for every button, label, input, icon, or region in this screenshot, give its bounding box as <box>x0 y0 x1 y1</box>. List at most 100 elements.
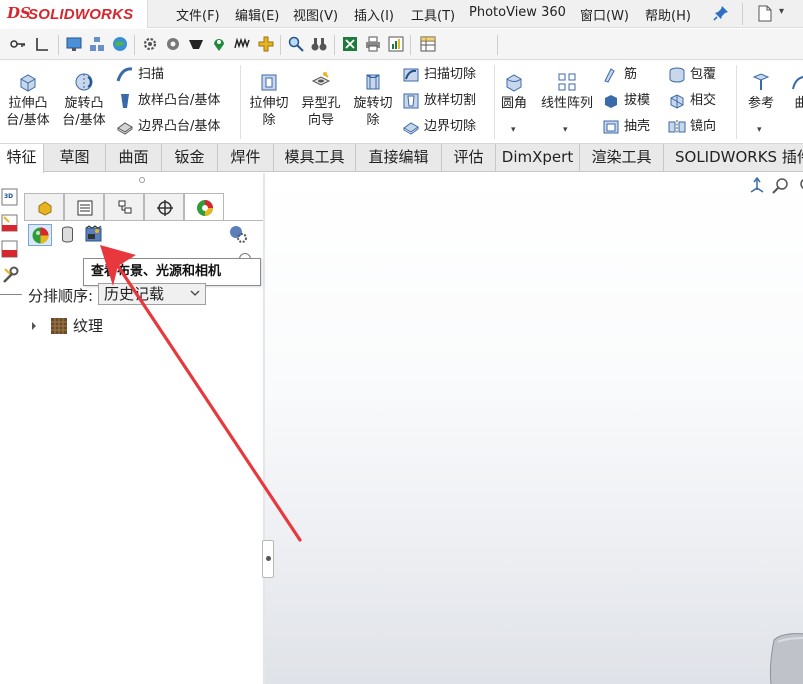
tab-dimxpert[interactable]: DimXpert <box>496 144 580 172</box>
tab-display-manager[interactable] <box>184 193 224 221</box>
cog-icon[interactable] <box>165 36 181 52</box>
tab-configuration-manager[interactable] <box>104 193 144 221</box>
plus-gold-icon[interactable] <box>258 36 274 52</box>
new-document-icon[interactable] <box>758 5 772 22</box>
menu-separator <box>742 3 743 25</box>
chevron-down-icon[interactable]: ▾ <box>779 6 784 17</box>
zoom-to-area-icon[interactable] <box>772 177 790 195</box>
hole-wizard-button[interactable]: 异型孔 向导 <box>296 61 346 129</box>
intersect-button[interactable]: 相交 <box>668 91 716 111</box>
chevron-down-icon[interactable] <box>190 289 200 297</box>
toolbar-separator <box>134 35 135 55</box>
menu-insert[interactable]: 插入(I) <box>354 5 394 24</box>
zoom-icon[interactable] <box>796 177 803 195</box>
globe-icon[interactable] <box>112 36 128 52</box>
shell-button[interactable]: 抽壳 <box>602 117 650 137</box>
bowl-icon[interactable] <box>188 36 204 52</box>
tab-mold-tools[interactable]: 模具工具 <box>274 144 356 172</box>
panel-collapse-handle[interactable] <box>262 540 274 578</box>
monitor-icon[interactable] <box>66 36 82 52</box>
view-scenes-lights-cameras-button[interactable] <box>82 224 106 246</box>
mirror-button[interactable]: 镜向 <box>668 117 716 137</box>
revolve-boss-button[interactable]: 旋转凸 台/基体 <box>58 61 110 129</box>
property-manager-tabs <box>24 193 226 221</box>
panel-grip-icon[interactable] <box>139 177 145 183</box>
tab-evaluate[interactable]: 评估 <box>442 144 496 172</box>
tab-weldments[interactable]: 焊件 <box>218 144 274 172</box>
draft-button[interactable]: 拔模 <box>602 91 650 111</box>
fillet-button[interactable]: 圆角 <box>496 61 532 112</box>
reference-geometry-button[interactable]: 参考 <box>742 61 780 112</box>
sketch-corner-icon[interactable] <box>34 36 50 52</box>
swept-cut-button[interactable]: 扫描切除 <box>402 65 476 85</box>
wrap-button[interactable]: 包覆 <box>668 65 716 85</box>
graphics-viewport[interactable] <box>265 173 803 684</box>
revolve-cut-button[interactable]: 旋转切 除 <box>348 61 398 129</box>
boundary-cut-button[interactable]: 边界切除 <box>402 117 476 137</box>
fillet-icon <box>506 74 522 92</box>
extrude-cut-button[interactable]: 拉伸切 除 <box>244 61 294 129</box>
display-settings-icon[interactable] <box>228 224 248 244</box>
printer-icon[interactable] <box>365 36 381 52</box>
extrude-boss-button[interactable]: 拉伸凸 台/基体 <box>2 61 54 129</box>
fillet-label: 圆角 <box>500 96 527 111</box>
extrude-boss-label: 拉伸凸 台/基体 <box>6 96 50 128</box>
chart-icon[interactable] <box>388 36 404 52</box>
table-icon[interactable] <box>420 36 436 52</box>
tab-surfaces[interactable]: 曲面 <box>106 144 162 172</box>
panel-divider <box>0 294 22 295</box>
key-icon[interactable] <box>10 36 26 52</box>
tab-solidworks-addins[interactable]: SOLIDWORKS 插件 <box>664 144 803 172</box>
loft-boss-icon <box>121 93 129 108</box>
pdf-3d-icon[interactable] <box>1 239 19 259</box>
tab-property-manager[interactable] <box>64 193 104 221</box>
menu-view[interactable]: 视图(V) <box>293 5 338 24</box>
tab-sheet-metal[interactable]: 钣金 <box>162 144 218 172</box>
assembly-icon[interactable] <box>89 36 105 52</box>
lofted-cut-button[interactable]: 放样切割 <box>402 91 476 111</box>
expand-arrow-icon[interactable] <box>30 321 38 331</box>
view-decals-button[interactable] <box>56 224 80 246</box>
pin-icon[interactable] <box>713 5 729 21</box>
wrench-icon[interactable] <box>1 265 19 285</box>
sweep-button[interactable]: 扫描 <box>116 65 164 85</box>
excel-icon[interactable] <box>342 36 358 52</box>
magnifier-icon[interactable] <box>288 36 304 52</box>
curves-button[interactable]: 曲 <box>786 61 803 112</box>
rib-button[interactable]: 筋 <box>602 65 637 85</box>
3d-content-icon[interactable]: 3D <box>1 187 19 207</box>
tab-direct-editing[interactable]: 直接编辑 <box>356 144 442 172</box>
menu-help[interactable]: 帮助(H) <box>645 5 691 24</box>
mw-icon[interactable] <box>234 36 250 52</box>
command-separator <box>494 65 495 139</box>
tab-feature-tree[interactable] <box>24 193 64 221</box>
extrude-cut-label: 拉伸切 除 <box>249 96 289 128</box>
revolve-cut-icon <box>366 74 380 90</box>
menu-tools[interactable]: 工具(T) <box>411 5 455 24</box>
menu-edit[interactable]: 编辑(E) <box>235 5 279 24</box>
pdf-export-icon[interactable] <box>1 213 19 233</box>
swept-cut-label: 扫描切除 <box>424 67 477 82</box>
solidworks-logo[interactable]: DS SOLIDWORKS <box>0 0 148 28</box>
menu-photoview[interactable]: PhotoView 360 <box>469 5 566 20</box>
loft-boss-button[interactable]: 放样凸台/基体 <box>116 91 220 111</box>
linear-pattern-label: 线性阵列 <box>540 96 593 111</box>
tab-dimxpert-manager[interactable] <box>144 193 184 221</box>
svg-text:3D: 3D <box>4 193 13 200</box>
view-orientation-icon[interactable] <box>748 177 766 195</box>
gear-icon[interactable] <box>142 36 158 52</box>
fillet-dropdown-icon[interactable]: ▾ <box>511 125 516 135</box>
reference-dropdown-icon[interactable]: ▾ <box>757 125 762 135</box>
linear-pattern-button[interactable]: 线性阵列 <box>536 61 598 112</box>
view-appearances-button[interactable] <box>28 224 52 246</box>
tab-sketch[interactable]: 草图 <box>44 144 106 172</box>
map-pin-icon[interactable] <box>211 36 227 52</box>
tab-features[interactable]: 特征 <box>0 144 44 173</box>
tab-render-tools[interactable]: 渲染工具 <box>580 144 664 172</box>
binoculars-icon[interactable] <box>311 36 327 52</box>
boundary-boss-button[interactable]: 边界凸台/基体 <box>116 117 220 137</box>
menu-file[interactable]: 文件(F) <box>176 5 220 24</box>
menu-window[interactable]: 窗口(W) <box>580 5 629 24</box>
pattern-dropdown-icon[interactable]: ▾ <box>563 125 568 135</box>
command-manager-tabs: 特征 草图 曲面 钣金 焊件 模具工具 直接编辑 评估 DimXpert 渲染工… <box>0 144 803 173</box>
